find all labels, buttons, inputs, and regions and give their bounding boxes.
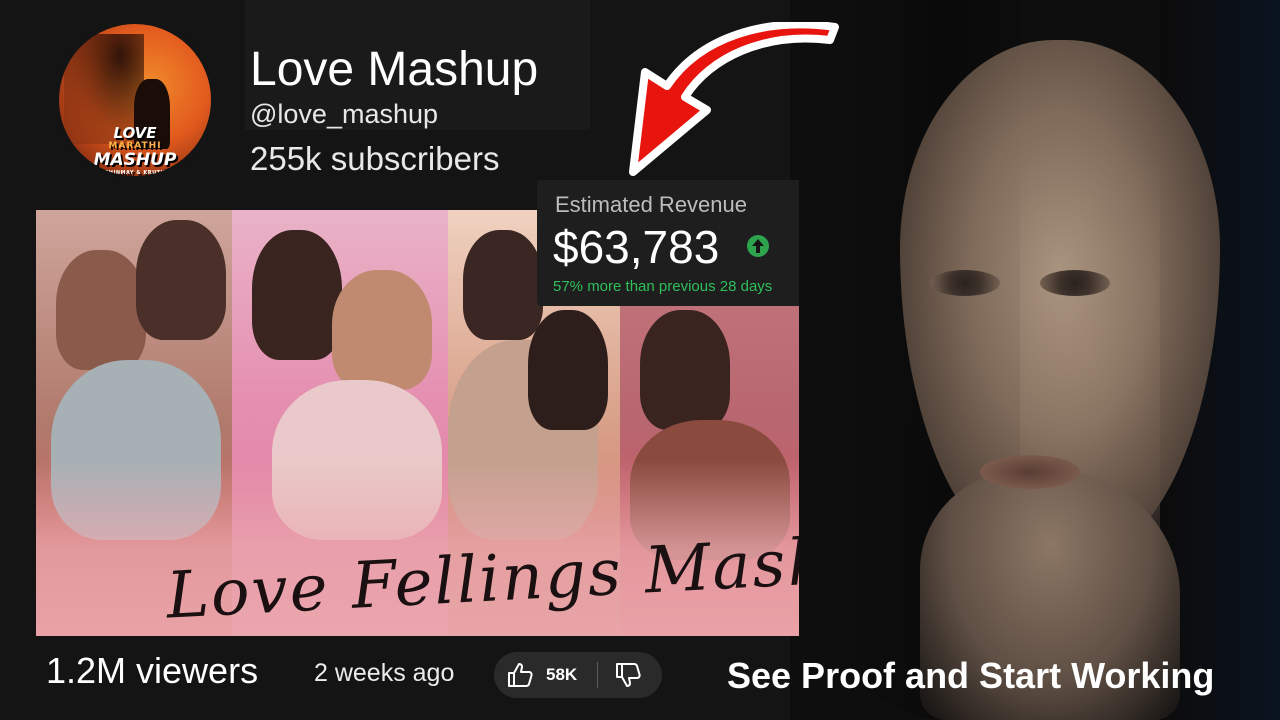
like-button[interactable]: 58K bbox=[506, 662, 586, 688]
like-dislike-bar: 58K bbox=[494, 652, 662, 698]
dislike-button[interactable] bbox=[614, 662, 642, 688]
channel-avatar[interactable]: LOVE MARATHI MASHUP VISUAL CHINMAY & KRU… bbox=[55, 20, 215, 180]
channel-name[interactable]: Love Mashup bbox=[250, 42, 538, 97]
avatar-text-love: LOVE bbox=[113, 124, 157, 142]
thumbnail-person bbox=[528, 310, 608, 430]
avatar-text-credits: VISUAL CHINMAY & KRUTIKA RAUT bbox=[79, 170, 191, 176]
revenue-card: Estimated Revenue $63,783 57% more than … bbox=[537, 180, 799, 306]
thumbnail-person bbox=[56, 250, 146, 370]
revenue-change: 57% more than previous 28 days bbox=[553, 278, 773, 295]
curved-arrow-icon bbox=[629, 22, 839, 176]
thumbnail-person bbox=[136, 220, 226, 340]
thumbnail-person bbox=[640, 310, 730, 430]
thumbnail-person bbox=[252, 230, 342, 360]
avatar-text-mashup: MASHUP bbox=[93, 150, 177, 170]
arrow-up-circle-icon bbox=[747, 235, 769, 257]
thumbs-up-icon bbox=[508, 663, 533, 687]
view-count: 1.2M viewers bbox=[46, 650, 259, 691]
thumbnail-person bbox=[332, 270, 432, 390]
like-count: 58K bbox=[546, 665, 578, 684]
thumbnail-person bbox=[463, 230, 543, 340]
upload-age: 2 weeks ago bbox=[314, 659, 455, 687]
revenue-value: $63,783 bbox=[553, 221, 720, 273]
call-to-action: See Proof and Start Working bbox=[727, 655, 1215, 696]
like-divider bbox=[597, 662, 598, 688]
portrait-eye-right bbox=[1040, 270, 1110, 296]
subscriber-count: 255k subscribers bbox=[250, 140, 500, 177]
portrait-image bbox=[790, 0, 1280, 720]
portrait-eye-left bbox=[930, 270, 1000, 296]
channel-handle: @love_mashup bbox=[250, 99, 439, 129]
revenue-label: Estimated Revenue bbox=[555, 192, 747, 217]
portrait-lips bbox=[980, 455, 1080, 489]
thumbs-down-icon bbox=[616, 663, 641, 687]
